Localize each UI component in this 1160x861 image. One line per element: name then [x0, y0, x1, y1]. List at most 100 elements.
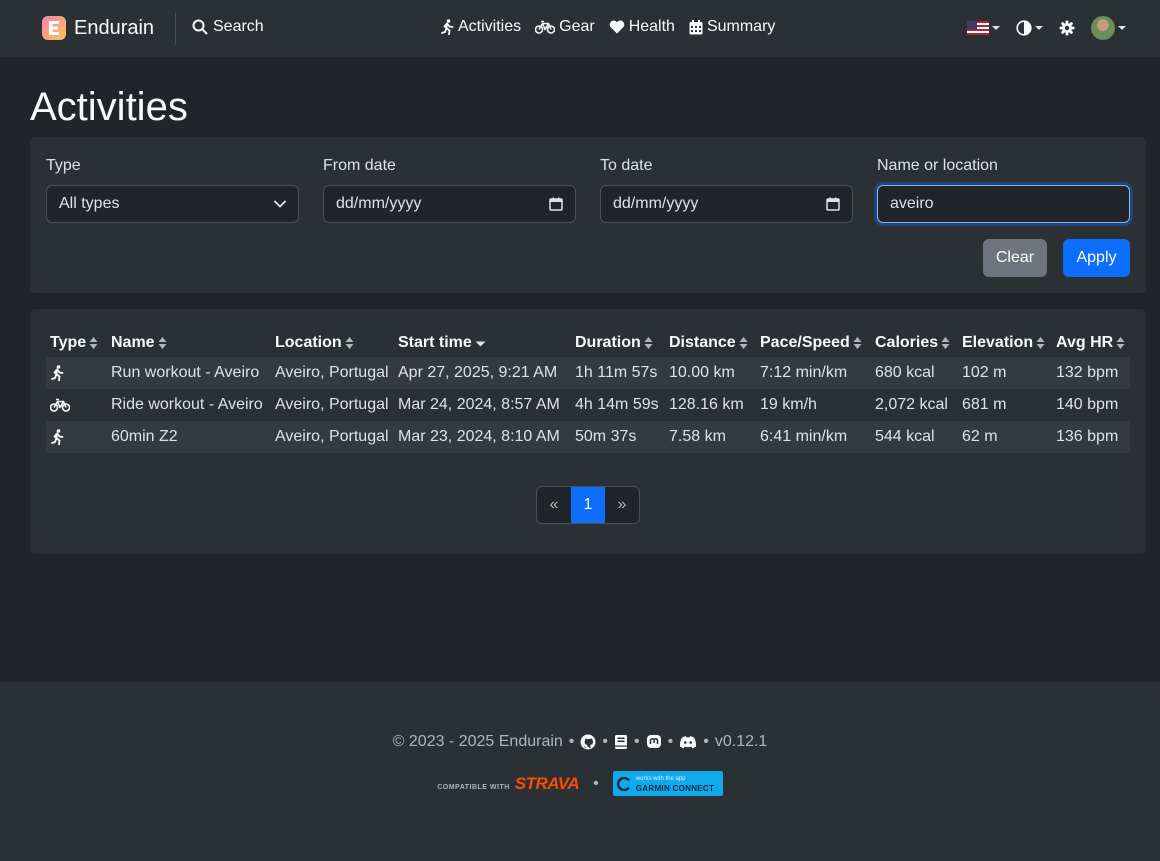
nav-link-label: Health [628, 18, 675, 35]
column-header-type[interactable]: Type [46, 329, 107, 357]
name-location-value: aveiro [890, 195, 934, 212]
column-header-label: Start time [398, 334, 472, 351]
activities-table-card: Type Name Location Start time Duration D… [30, 309, 1146, 554]
activity-calories: 544 kcal [871, 421, 958, 453]
nav-divider [175, 13, 176, 45]
garmin-badge[interactable]: works with the app GARMIN CONNECT [612, 771, 723, 796]
nav-link-gear[interactable]: Gear [535, 18, 595, 36]
discord-icon[interactable] [679, 735, 697, 749]
sort-icon [1116, 336, 1125, 350]
github-icon[interactable] [580, 734, 596, 750]
activity-name-link[interactable]: 60min Z2 [107, 421, 271, 453]
name-location-input[interactable]: aveiro [877, 185, 1130, 223]
strava-badge[interactable]: COMPATIBLE WITH STRAVA [437, 774, 579, 794]
endurain-logo-icon [42, 16, 66, 40]
activity-type-cell [46, 389, 107, 421]
activities-table: Type Name Location Start time Duration D… [46, 329, 1130, 453]
to-date-filter: To date dd/mm/yyyy [600, 157, 853, 223]
caret-down-icon [992, 26, 1000, 30]
type-select[interactable]: All types [46, 185, 299, 223]
column-header-pace-speed[interactable]: Pace/Speed [756, 329, 871, 357]
to-date-placeholder: dd/mm/yyyy [613, 195, 699, 212]
activity-start-time: Mar 23, 2024, 8:10 AM [394, 421, 571, 453]
column-header-label: Duration [575, 334, 641, 351]
type-filter: Type All types [46, 157, 299, 223]
column-header-avg-hr[interactable]: Avg HR [1052, 329, 1130, 357]
activity-type-cell [46, 357, 107, 389]
column-header-calories[interactable]: Calories [871, 329, 958, 357]
to-date-label: To date [600, 157, 653, 174]
garmin-connect-icon [616, 776, 632, 792]
activity-distance: 10.00 km [665, 357, 756, 389]
pagination-next-button[interactable]: » [605, 487, 639, 523]
activity-distance: 128.16 km [669, 396, 744, 413]
type-filter-label: Type [46, 157, 81, 174]
sort-icon [1036, 336, 1045, 350]
activity-calories: 680 kcal [871, 357, 958, 389]
nav-link-summary[interactable]: Summary [689, 18, 775, 36]
table-row[interactable]: Ride workout - Aveiro Aveiro, Portugal M… [46, 389, 1130, 421]
activity-start-time: Apr 27, 2025, 9:21 AM [394, 357, 571, 389]
footer: © 2023 - 2025 Endurain • • • • • v0.12.1… [0, 682, 1160, 861]
column-header-label: Type [50, 334, 87, 351]
pagination-prev-button[interactable]: « [537, 487, 571, 523]
pagination-page-button[interactable]: 1 [571, 487, 605, 523]
activity-name-link[interactable]: Run workout - Aveiro [107, 357, 271, 389]
from-date-label: From date [323, 157, 396, 174]
from-date-filter: From date dd/mm/yyyy [323, 157, 576, 223]
name-location-label: Name or location [877, 157, 998, 174]
page-title: Activities [30, 85, 188, 129]
nav-link-label: Activities [458, 18, 522, 35]
calendar-icon[interactable] [549, 197, 563, 211]
nav-link-activities[interactable]: Activities [440, 18, 521, 36]
clear-button[interactable]: Clear [983, 239, 1047, 277]
sort-icon [941, 336, 950, 350]
run-icon [50, 429, 107, 445]
table-row[interactable]: 60min Z2 Aveiro, Portugal Mar 23, 2024, … [46, 421, 1130, 453]
bike-icon [50, 398, 107, 412]
column-header-name[interactable]: Name [107, 329, 271, 357]
activity-distance: 7.58 km [665, 421, 756, 453]
brand-link[interactable]: Endurain [42, 16, 154, 40]
column-header-label: Distance [669, 334, 736, 351]
table-header-row: Type Name Location Start time Duration D… [46, 329, 1130, 357]
settings-button[interactable] [1059, 20, 1075, 36]
partner-badges: COMPATIBLE WITH STRAVA • works with the … [0, 771, 1160, 796]
column-header-start-time[interactable]: Start time [394, 329, 571, 357]
column-header-location[interactable]: Location [271, 329, 394, 357]
column-header-elevation[interactable]: Elevation [958, 329, 1052, 357]
activity-type-cell [46, 421, 107, 453]
apply-button[interactable]: Apply [1063, 239, 1130, 277]
garmin-badge-text: works with the app GARMIN CONNECT [636, 775, 714, 793]
run-icon [50, 365, 107, 381]
activity-location: Aveiro, Portugal [271, 421, 394, 453]
from-date-placeholder: dd/mm/yyyy [336, 195, 422, 212]
nav-search-link[interactable]: Search [192, 18, 264, 36]
book-icon[interactable] [614, 734, 628, 750]
from-date-input[interactable]: dd/mm/yyyy [323, 185, 576, 223]
activity-start-time: Mar 24, 2024, 8:57 AM [398, 396, 560, 413]
avatar [1091, 16, 1115, 40]
language-dropdown[interactable] [967, 21, 1000, 35]
activity-name-link[interactable]: Ride workout - Aveiro [107, 389, 271, 421]
nav-link-health[interactable]: Health [609, 18, 675, 36]
garmin-badge-logo: GARMIN CONNECT [635, 783, 715, 793]
to-date-input[interactable]: dd/mm/yyyy [600, 185, 853, 223]
nav-link-label: Gear [559, 18, 595, 35]
caret-down-icon [1118, 26, 1126, 30]
footer-separator: • [703, 733, 709, 750]
user-menu-dropdown[interactable] [1091, 16, 1126, 40]
column-header-distance[interactable]: Distance [665, 329, 756, 357]
theme-dropdown[interactable] [1016, 20, 1043, 36]
caret-down-icon [1035, 26, 1043, 30]
sort-icon [89, 336, 98, 350]
activity-duration: 1h 11m 57s [571, 357, 665, 389]
column-header-label: Pace/Speed [760, 334, 850, 351]
activity-pace: 6:41 min/km [756, 421, 871, 453]
column-header-duration[interactable]: Duration [571, 329, 665, 357]
table-row[interactable]: Run workout - Aveiro Aveiro, Portugal Ap… [46, 357, 1130, 389]
activity-avg-hr: 140 bpm [1056, 396, 1119, 413]
column-header-label: Name [111, 334, 155, 351]
mastodon-icon[interactable] [646, 734, 662, 750]
calendar-icon[interactable] [826, 197, 840, 211]
